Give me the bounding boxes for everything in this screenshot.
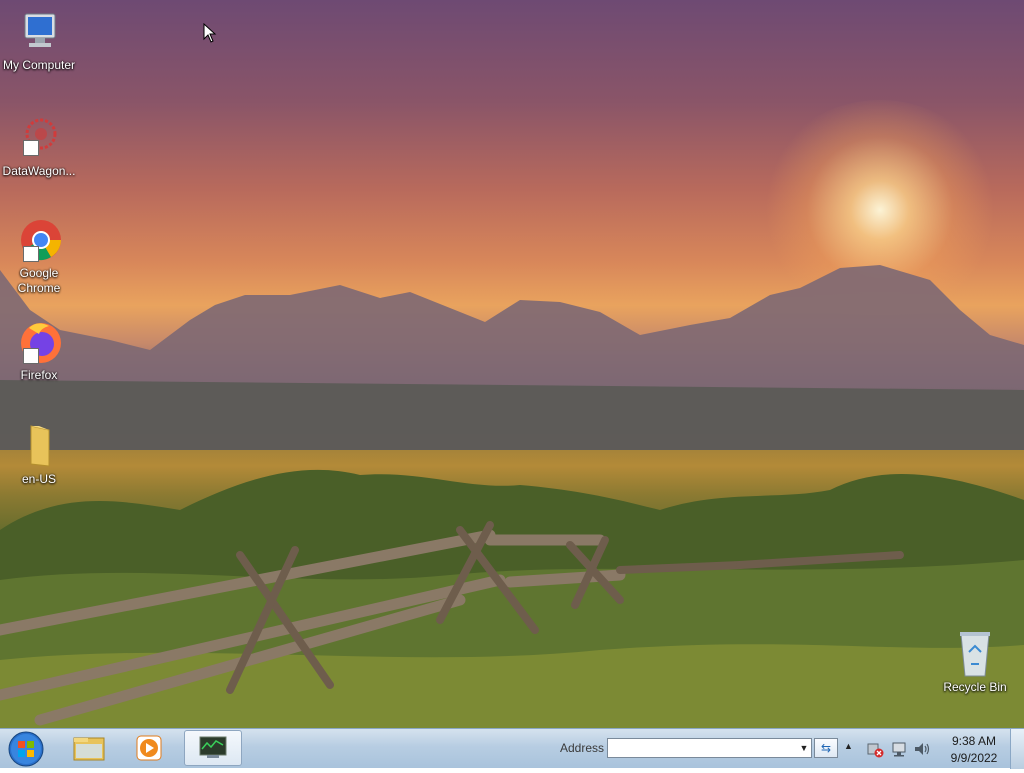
folder-icon (73, 737, 105, 761)
start-button[interactable] (4, 730, 48, 768)
address-label: Address (560, 741, 605, 755)
recycle-bin-icon (951, 630, 999, 678)
clock-date[interactable]: 9/9/2022 (944, 751, 1004, 765)
desktop-icon-label: Firefox (20, 368, 58, 382)
computer-icon (15, 8, 63, 56)
desktop-icon-recycle-bin[interactable]: Recycle Bin (936, 630, 1014, 695)
desktop-icon-datawagon[interactable]: DataWagon... (0, 114, 78, 179)
desktop-background: My Computer DataWagon... Google Chrome F… (0, 0, 1024, 728)
shortcut-arrow-icon (23, 140, 39, 156)
shortcut-arrow-icon (23, 246, 39, 262)
volume-icon[interactable] (913, 740, 931, 758)
media-player-icon (136, 735, 162, 761)
datawagon-icon (15, 114, 63, 162)
monitor-app-icon (199, 736, 227, 758)
desktop-icon-firefox[interactable]: Firefox (0, 318, 78, 383)
desktop-icon-label: DataWagon... (2, 164, 76, 178)
mountain-range (0, 265, 1024, 450)
taskbar: Address ▼ ⇆ ▲ 9:38 AM 9/9/2022 (0, 728, 1024, 769)
chevron-down-icon[interactable]: ▼ (797, 740, 811, 756)
desktop-icon-google-chrome[interactable]: Google Chrome (0, 216, 78, 296)
taskbar-active-app-button[interactable] (184, 730, 242, 766)
shortcut-arrow-icon (23, 348, 39, 364)
address-input[interactable] (607, 738, 812, 758)
desktop-icon-label: Google Chrome (17, 266, 61, 295)
clock-time[interactable]: 9:38 AM (944, 734, 1004, 748)
go-refresh-button[interactable]: ⇆ (814, 738, 838, 758)
desktop-icon-label: Recycle Bin (943, 680, 1007, 694)
desktop-icon-label: My Computer (2, 58, 76, 72)
desktop-icon-my-computer[interactable]: My Computer (0, 8, 78, 73)
desktop-icon-label: en-US (21, 472, 56, 486)
wooden-fence (0, 521, 904, 726)
show-desktop-button[interactable] (1010, 729, 1024, 769)
mouse-pointer-icon (203, 23, 217, 43)
show-hidden-icons-button[interactable]: ▲ (844, 741, 853, 751)
taskbar-file-explorer-button[interactable] (62, 730, 118, 766)
network-icon[interactable] (890, 740, 908, 758)
windows-start-icon (8, 731, 44, 767)
chrome-icon (15, 216, 63, 264)
firefox-icon (15, 318, 63, 366)
folder-icon (15, 422, 63, 470)
network-error-icon[interactable] (866, 740, 884, 758)
desktop-icon-en-us[interactable]: en-US (0, 422, 78, 487)
taskbar-media-player-button[interactable] (122, 730, 178, 766)
